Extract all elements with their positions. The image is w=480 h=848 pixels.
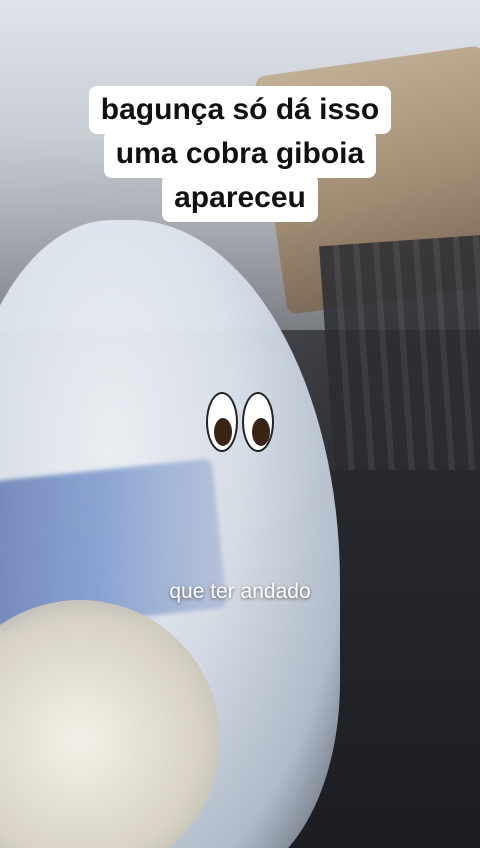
caption-line-3: apareceu: [162, 174, 318, 222]
caption-line-1: bagunça só dá isso: [88, 86, 392, 134]
right-eye: [242, 392, 274, 452]
caption-box: bagunça só dá isso uma cobra giboia apar…: [0, 86, 480, 222]
video-frame: bagunça só dá isso uma cobra giboia apar…: [0, 0, 480, 848]
eyes-emoji-icon: [206, 392, 276, 454]
left-eye: [206, 392, 238, 452]
caption-line-2: uma cobra giboia: [103, 130, 377, 178]
subtitle-text: que ter andado: [169, 580, 311, 603]
